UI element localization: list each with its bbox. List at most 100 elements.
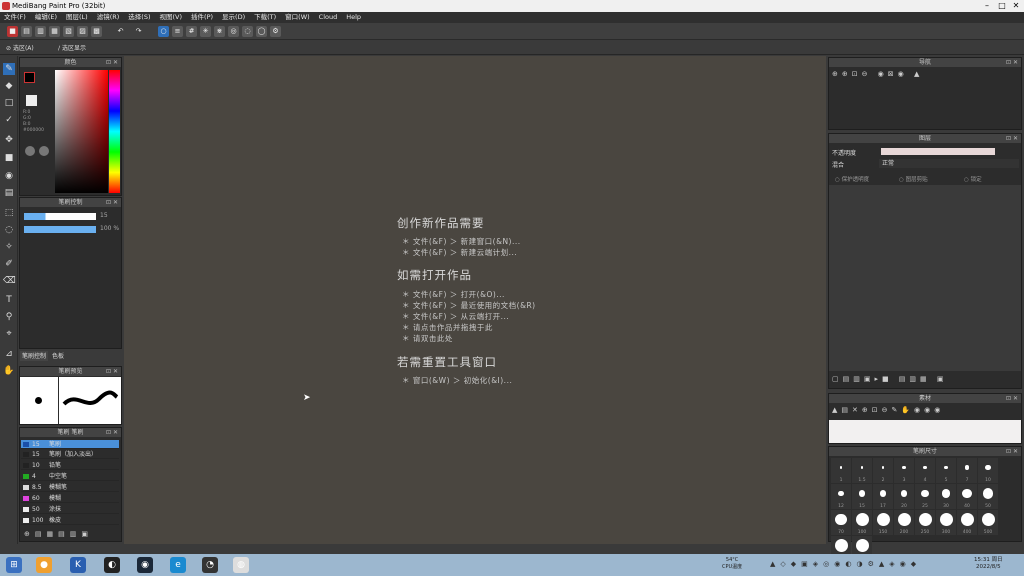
redo-icon[interactable]: ↷ <box>133 26 144 37</box>
brush-size-cell[interactable]: 70 <box>831 510 851 535</box>
brush-size-cell[interactable]: 400 <box>957 510 977 535</box>
hand-tool-icon[interactable]: ✋ <box>3 365 15 377</box>
menu-file[interactable]: 文件(F) <box>4 12 26 23</box>
select-pen-icon[interactable]: ✐ <box>3 258 15 270</box>
edge-icon[interactable]: e <box>170 557 186 573</box>
brush-row[interactable]: 60 模糊 <box>21 494 119 503</box>
minimize-button[interactable]: – <box>980 0 994 12</box>
brush-size-cell[interactable]: 3 <box>894 458 914 483</box>
menu-layer[interactable]: 图层(L) <box>66 12 88 23</box>
brush-row[interactable]: 100 橡皮 <box>21 516 119 525</box>
cloud-save-icon[interactable]: ▦ <box>49 26 60 37</box>
brush-list-actions[interactable]: ⊕▤▦▤▥▣ <box>24 530 93 538</box>
bucket-tool-icon[interactable]: ◉ <box>3 170 15 182</box>
brush-size-cell[interactable]: 300 <box>936 510 956 535</box>
brush-row[interactable]: 4 中空笔 <box>21 472 119 481</box>
select-eraser-icon[interactable]: ⌫ <box>3 275 16 287</box>
menu-edit[interactable]: 编辑(E) <box>35 12 57 23</box>
materials-toolbar[interactable]: ▲▤✕⊕⊡⊖✎✋◉◉◉ <box>832 406 944 414</box>
brush-size-cell[interactable]: 17 <box>873 484 893 509</box>
eyedropper-tool-icon[interactable]: ⌖ <box>3 328 15 340</box>
close-icon[interactable]: ⊡ ✕ <box>1006 394 1018 403</box>
brush-size-cell[interactable]: 500 <box>978 510 998 535</box>
brush-size-grid[interactable]: 1 1.5 2 3 4 5 7 10 12 15 17 20 25 30 40 50 70 100 150 200 25… <box>829 458 1013 561</box>
print-icon[interactable]: ▨ <box>77 26 88 37</box>
brush-row[interactable]: 8.5 模糊笔 <box>21 483 119 492</box>
brush-size-cell[interactable]: 200 <box>894 510 914 535</box>
brush-size-cell[interactable]: 12 <box>831 484 851 509</box>
open-icon[interactable]: ▤ <box>21 26 32 37</box>
start-icon[interactable]: ⊞ <box>6 557 22 573</box>
close-button[interactable]: ✕ <box>1009 0 1023 12</box>
brush-size-cell[interactable]: 1.5 <box>852 458 872 483</box>
select-rect-icon[interactable]: ⬚ <box>3 207 15 219</box>
dot-tool-icon[interactable]: □ <box>3 97 15 109</box>
brush-size-cell[interactable]: 2 <box>873 458 893 483</box>
layer-actions[interactable]: ▢▤▥▣▸■ ▤▥▦ ▣ <box>832 375 948 383</box>
brush-opacity-slider[interactable] <box>24 226 96 233</box>
select-display-button[interactable]: ∕ 选区显示 <box>58 43 86 52</box>
menu-filter[interactable]: 滤镜(R) <box>97 12 120 23</box>
close-icon[interactable]: ⊡ ✕ <box>106 198 118 207</box>
new-icon[interactable]: ■ <box>7 26 18 37</box>
brush-row[interactable]: 50 涂抹 <box>21 505 119 514</box>
operation-tool-icon[interactable]: ⚲ <box>3 311 15 323</box>
circle-snap-icon[interactable]: ◎ <box>228 26 239 37</box>
primary-color-swatch[interactable] <box>24 72 35 83</box>
brush-size-cell[interactable]: 7 <box>957 458 977 483</box>
qq-icon[interactable]: ◐ <box>104 557 120 573</box>
text-tool-icon[interactable]: T <box>3 294 15 306</box>
brush-size-cell[interactable]: 5 <box>936 458 956 483</box>
brush-size-cell[interactable]: 50 <box>978 484 998 509</box>
select-mode-button[interactable]: ⊘ 选区(A) <box>6 43 34 52</box>
clock[interactable]: 15:31 周日 2022/8/5 <box>974 557 1003 571</box>
close-icon[interactable]: ⊡ ✕ <box>1006 134 1018 143</box>
parallel-snap-icon[interactable]: ≡ <box>172 26 183 37</box>
secondary-color-swatch[interactable] <box>26 95 37 106</box>
radial-snap-icon[interactable]: ✳ <box>200 26 211 37</box>
close-icon[interactable]: ⊡ ✕ <box>106 367 118 376</box>
layer-list[interactable] <box>829 185 1021 371</box>
close-icon[interactable]: ⊡ ✕ <box>1006 447 1018 456</box>
snap-settings-icon[interactable]: ⚙ <box>270 26 281 37</box>
hue-slider[interactable] <box>109 70 120 193</box>
menu-cloud[interactable]: Cloud <box>319 12 338 23</box>
brush-size-cell[interactable]: 30 <box>936 484 956 509</box>
frame-divider-icon[interactable]: ⊿ <box>3 348 15 360</box>
lock-checkbox[interactable]: ○ 锁定 <box>964 175 982 183</box>
palette-icon[interactable] <box>25 146 35 156</box>
brush-row[interactable]: 15 笔刷 <box>21 440 119 449</box>
system-tray[interactable]: ▲◇◆▣◈◎◉◐◑⚙▲◈◉◆ <box>770 560 921 568</box>
gradient-tool-icon[interactable]: ▤ <box>3 187 15 199</box>
snap-off-icon[interactable]: ○ <box>158 26 169 37</box>
tab-brush-control[interactable]: 笔刷控制 <box>20 351 49 361</box>
export-icon[interactable]: ▧ <box>63 26 74 37</box>
app-icon[interactable]: K <box>70 557 86 573</box>
clipping-checkbox[interactable]: ○ 图层剪贴 <box>899 175 928 183</box>
blend-mode-select[interactable]: 正常 <box>879 159 1019 168</box>
undo-icon[interactable]: ↶ <box>115 26 126 37</box>
brush-row[interactable]: 10 铅笔 <box>21 461 119 470</box>
canvas-area[interactable]: 创作新作品需要 ＊ 文件(&F) ＞ 新建窗口(&N)... ＊ 文件(&F) … <box>124 56 826 544</box>
brush-row[interactable]: 15 笔刷（加入淡出） <box>21 450 119 459</box>
save-icon[interactable]: ▥ <box>35 26 46 37</box>
medibang-icon[interactable]: ◍ <box>233 557 249 573</box>
vanish-snap-icon[interactable]: ⋇ <box>214 26 225 37</box>
maximize-button[interactable]: □ <box>995 0 1009 12</box>
menu-view[interactable]: 视图(V) <box>160 12 183 23</box>
steam-icon[interactable]: ◉ <box>137 557 153 573</box>
magic-wand-icon[interactable]: ✧ <box>3 241 15 253</box>
move-tool-icon[interactable]: ✥ <box>3 134 15 146</box>
check-tool-icon[interactable]: ✓ <box>3 114 15 126</box>
brush-size-cell[interactable]: 40 <box>957 484 977 509</box>
close-icon[interactable]: ⊡ ✕ <box>106 58 118 67</box>
layer-opacity-slider[interactable] <box>881 148 995 155</box>
brush-size-cell[interactable]: 150 <box>873 510 893 535</box>
tab-color-palette[interactable]: 色板 <box>52 351 64 361</box>
ellipse-snap-icon[interactable]: ◯ <box>256 26 267 37</box>
protect-alpha-checkbox[interactable]: ○ 保护透明度 <box>835 175 869 183</box>
brush-size-cell[interactable]: 25 <box>915 484 935 509</box>
brush-size-cell[interactable]: 1 <box>831 458 851 483</box>
curve-snap-icon[interactable]: ◌ <box>242 26 253 37</box>
brush-size-cell[interactable]: 15 <box>852 484 872 509</box>
